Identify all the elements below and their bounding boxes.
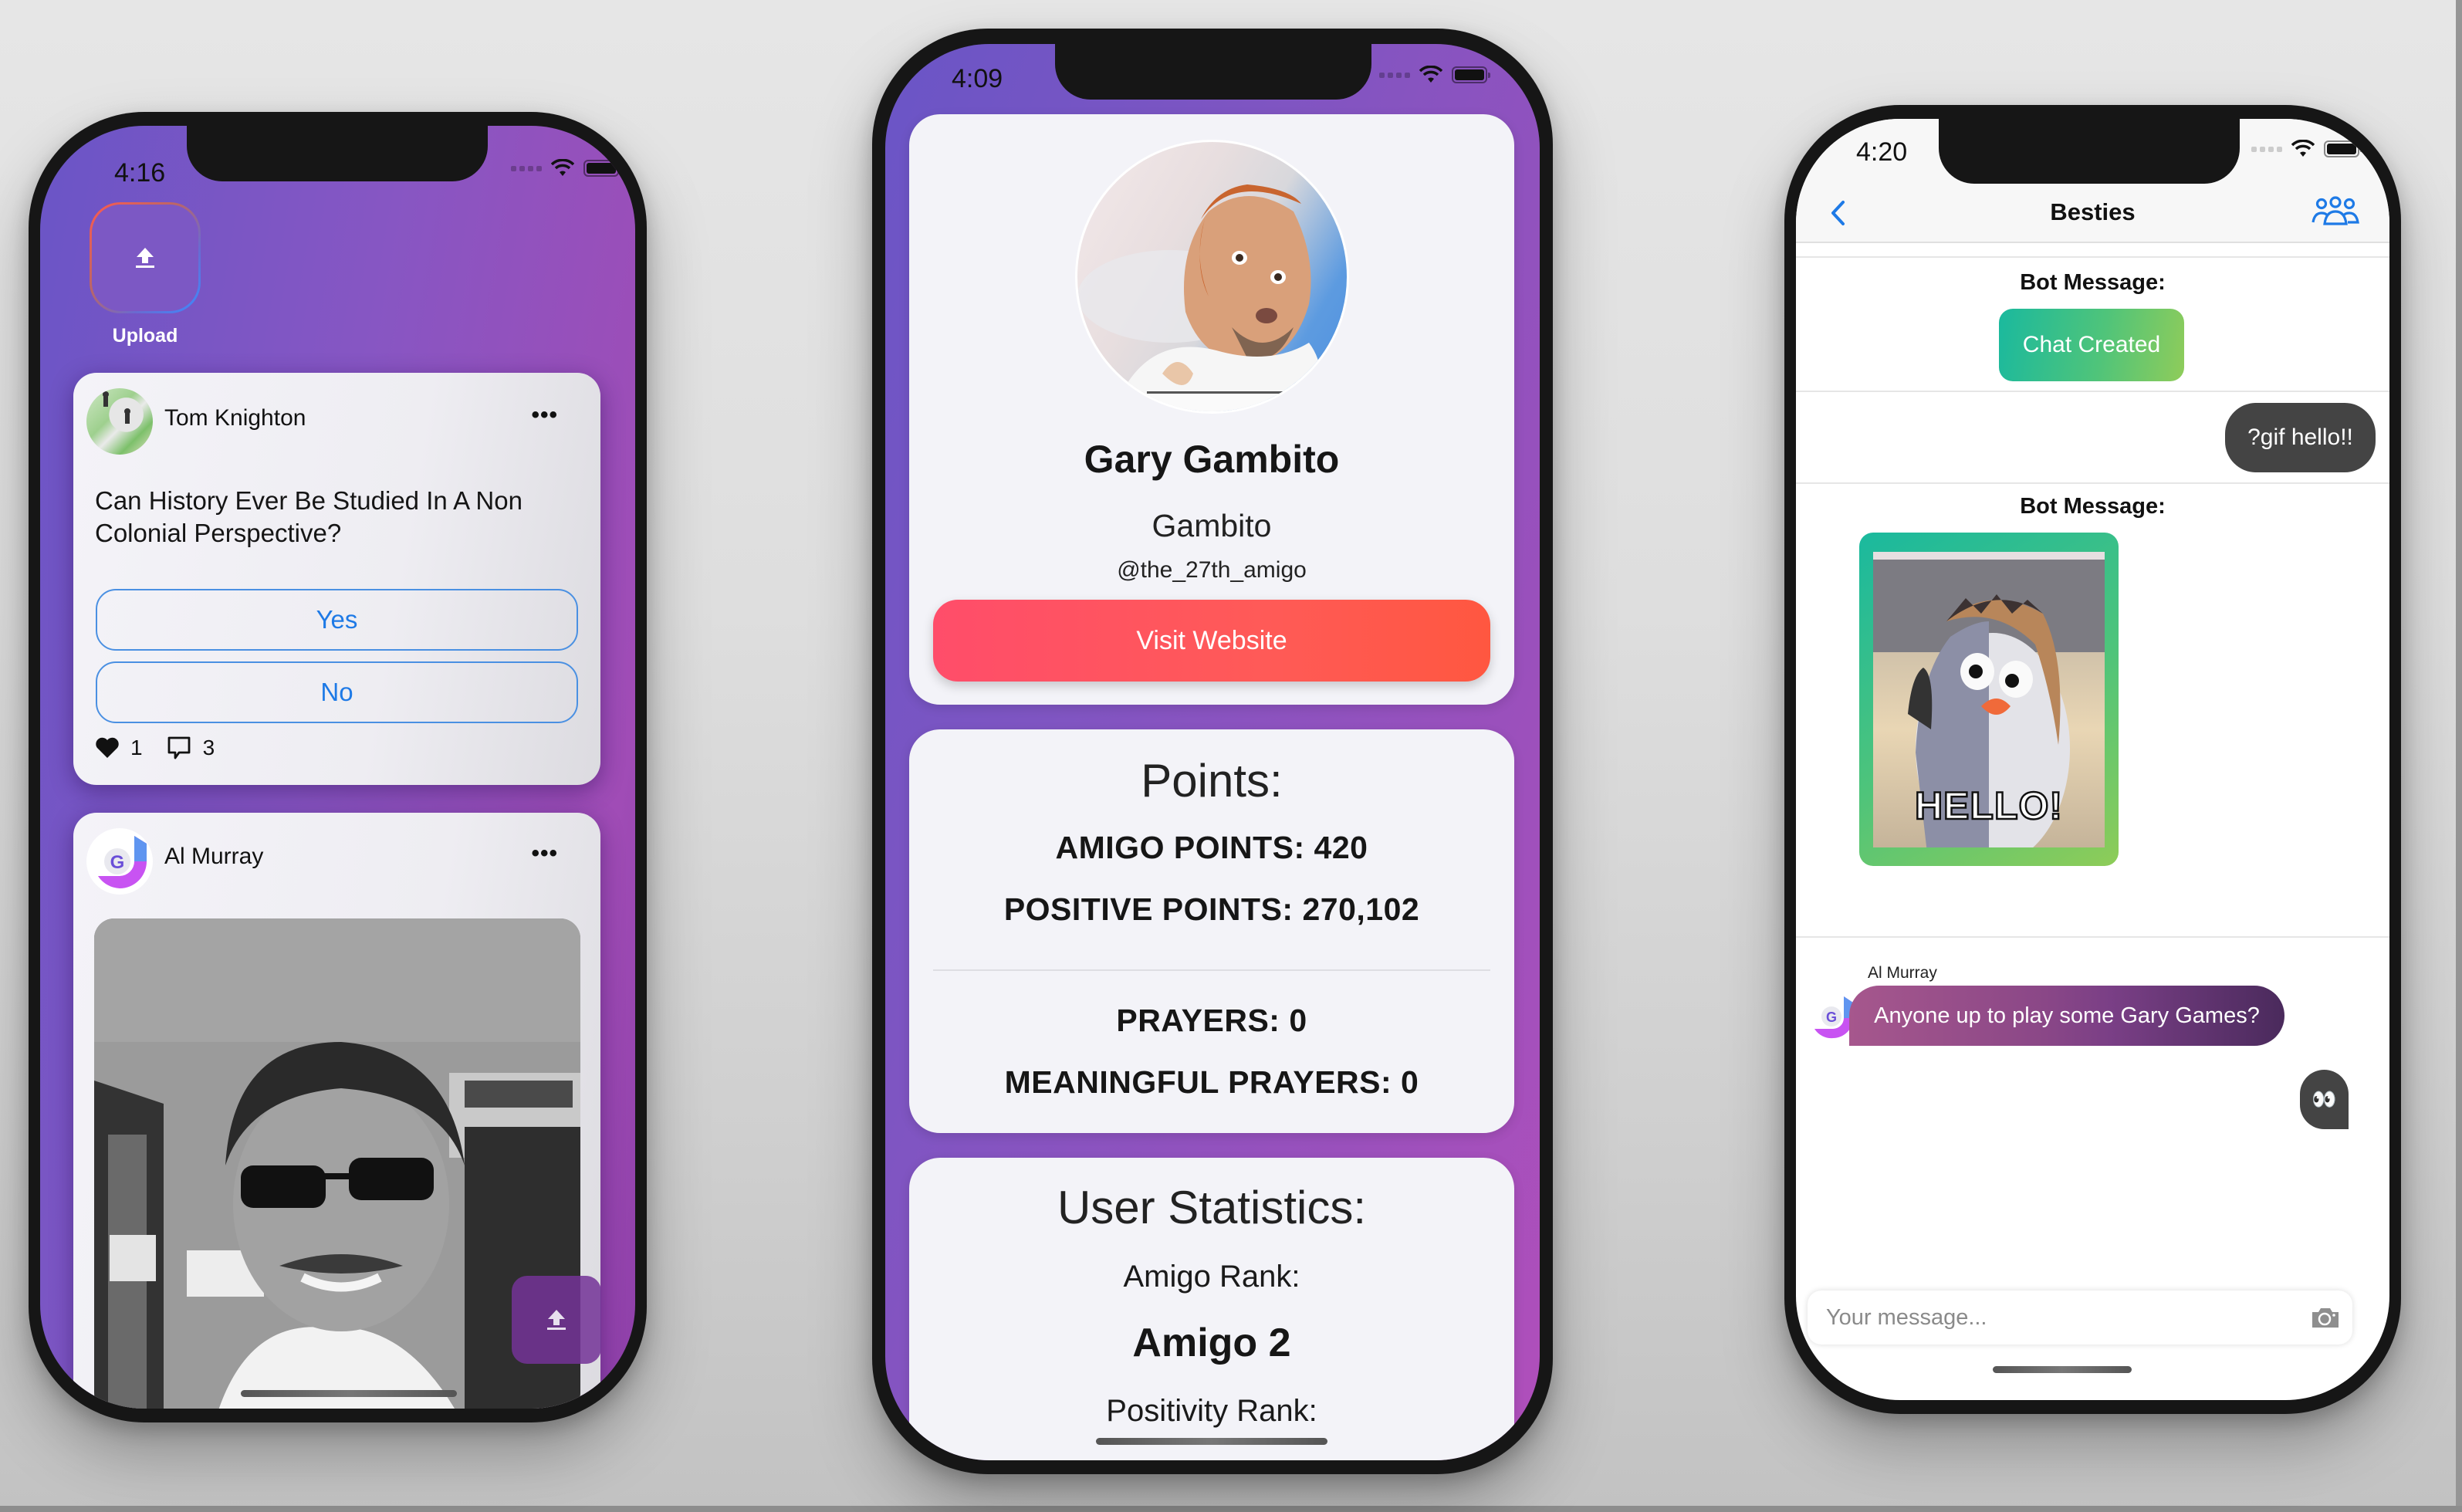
avatar[interactable]: G	[86, 828, 153, 895]
post-author[interactable]: Al Murray	[164, 844, 263, 870]
gif-image: HELLO!	[1873, 552, 2105, 847]
post-photo[interactable]	[94, 918, 580, 1409]
profile-card: Gary Gambito Gambito @the_27th_amigo Vis…	[909, 114, 1514, 705]
chat-title: Besties	[2050, 198, 2136, 225]
app-logo-avatar: G	[98, 836, 147, 888]
upload-button[interactable]	[90, 202, 201, 313]
status-icons	[511, 159, 622, 178]
battery-icon	[1452, 66, 1490, 83]
profile-name: Gary Gambito	[1084, 438, 1340, 481]
phone-chat: 4:20 Besties Bot Message: Chat Created ?…	[1784, 105, 2401, 1414]
user-statistics-title: User Statistics:	[1057, 1182, 1367, 1233]
home-indicator[interactable]	[241, 1390, 457, 1397]
sender-name: Al Murray	[1868, 964, 1937, 982]
signal-icon	[2251, 146, 2282, 152]
home-indicator[interactable]	[1096, 1438, 1327, 1445]
divider	[1796, 482, 2389, 484]
bot-message-label: Bot Message:	[2020, 270, 2166, 295]
group-members-button[interactable]	[2311, 196, 2360, 230]
svg-text:G: G	[1826, 1010, 1837, 1025]
status-time: 4:09	[952, 64, 1003, 93]
message-input-bar	[1808, 1290, 2352, 1345]
divider	[1796, 936, 2389, 938]
camera-icon[interactable]	[2311, 1306, 2340, 1329]
battery-icon	[2324, 140, 2362, 157]
bot-message-label: Bot Message:	[2020, 494, 2166, 519]
upload-label: Upload	[112, 325, 178, 347]
profile-handle: @the_27th_amigo	[1117, 557, 1307, 583]
heart-icon[interactable]	[95, 737, 120, 759]
user-statistics-card: User Statistics: Amigo Rank: Amigo 2 Pos…	[909, 1158, 1514, 1460]
notch	[1939, 119, 2240, 184]
upload-icon	[136, 248, 154, 268]
amigo-points: AMIGO POINTS: 420	[1055, 830, 1368, 865]
profile-avatar[interactable]	[1075, 140, 1349, 414]
more-horizontal-icon[interactable]: •••	[531, 402, 558, 428]
status-icons	[1379, 66, 1490, 84]
group-icon	[2312, 196, 2359, 225]
post-card: Tom Knighton ••• Can History Ever Be Stu…	[73, 373, 600, 785]
wifi-icon	[1419, 66, 1442, 83]
my-message-bubble[interactable]: ?gif hello!!	[2225, 403, 2376, 472]
positive-points: POSITIVE POINTS: 270,102	[1003, 891, 1420, 927]
prayers: PRAYERS: 0	[1116, 1003, 1307, 1038]
background-edge	[0, 1506, 2462, 1512]
more-horizontal-icon[interactable]: •••	[531, 841, 558, 867]
points-title: Points:	[1141, 755, 1283, 807]
signal-icon	[1379, 72, 1410, 78]
wifi-icon	[551, 159, 574, 176]
svg-text:G: G	[110, 852, 125, 873]
upload-icon	[547, 1310, 566, 1330]
notch	[187, 126, 488, 181]
phone-feed: 4:16 Upload Tom Knighton ••• Can History…	[29, 112, 647, 1422]
amigo-rank-label: Amigo Rank:	[1123, 1260, 1300, 1294]
profile-subtitle: Gambito	[1152, 508, 1272, 543]
meaningful-prayers: MEANINGFUL PRAYERS: 0	[1004, 1064, 1419, 1100]
chat-created-badge: Chat Created	[1999, 309, 2184, 381]
poll-question: Can History Ever Be Studied In A Non Col…	[95, 486, 522, 547]
avatar[interactable]	[86, 388, 153, 455]
poll-option-no[interactable]: No	[96, 661, 578, 723]
status-time: 4:16	[114, 158, 166, 188]
chat-screen: 4:20 Besties Bot Message: Chat Created ?…	[1796, 119, 2389, 1400]
divider	[1796, 256, 2389, 258]
selfie-photo	[94, 918, 580, 1409]
profile-photo	[1077, 184, 1347, 411]
visit-website-button[interactable]: Visit Website	[933, 600, 1490, 682]
battery-icon	[583, 160, 622, 177]
floating-upload-button[interactable]	[512, 1276, 601, 1364]
profile-screen: 4:09 Gary Gambito Gambito @the_27th_amig…	[885, 44, 1540, 1460]
message-input[interactable]	[1826, 1304, 2311, 1331]
background-edge	[2456, 0, 2462, 1512]
status-icons	[2251, 140, 2362, 158]
their-message-bubble[interactable]: Anyone up to play some Gary Games?	[1849, 986, 2284, 1046]
divider	[933, 969, 1490, 971]
comment-count: 3	[202, 736, 215, 759]
home-indicator[interactable]	[1993, 1366, 2132, 1373]
divider	[1796, 391, 2389, 392]
wifi-icon	[2291, 140, 2315, 157]
amigo-rank-value: Amigo 2	[1132, 1321, 1291, 1365]
post-reactions: 1 3	[95, 736, 215, 760]
status-time: 4:20	[1856, 137, 1908, 167]
my-emoji-bubble[interactable]: 👀	[2300, 1070, 2349, 1129]
phone-profile: 4:09 Gary Gambito Gambito @the_27th_amig…	[872, 29, 1553, 1474]
poll-option-yes[interactable]: Yes	[96, 589, 578, 651]
notch	[1055, 44, 1371, 100]
map-avatar-image	[103, 391, 130, 424]
points-card: Points: AMIGO POINTS: 420 POSITIVE POINT…	[909, 729, 1514, 1133]
feed-screen: 4:16 Upload Tom Knighton ••• Can History…	[40, 126, 635, 1409]
signal-icon	[511, 165, 542, 171]
positivity-rank-label: Positivity Rank:	[1106, 1394, 1317, 1428]
gif-message[interactable]: HELLO!	[1859, 533, 2119, 866]
like-count: 1	[130, 736, 143, 759]
gif-caption: HELLO!	[1914, 783, 2064, 829]
comment-icon[interactable]	[166, 736, 192, 760]
post-author[interactable]: Tom Knighton	[164, 405, 306, 431]
